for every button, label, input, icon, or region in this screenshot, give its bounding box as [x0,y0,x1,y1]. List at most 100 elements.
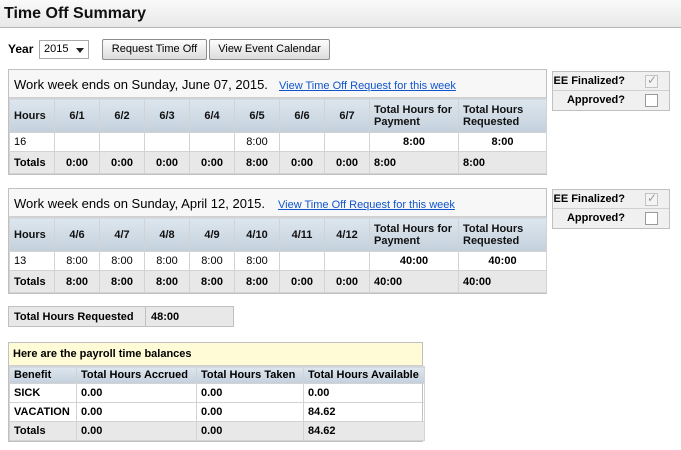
table-row: 13 8:00 8:00 8:00 8:00 8:00 40:00 40:00 [9,251,547,271]
week-hours-table: Hours 6/1 6/2 6/3 6/4 6/5 6/6 6/7 Total … [9,98,547,174]
table-cell: 8:00 [99,270,145,293]
approved-label: Approved? [566,212,625,224]
table-row: SICK 0.00 0.00 0.00 [9,383,425,403]
ee-finalized-checkbox[interactable] [645,191,658,206]
year-select[interactable]: 2015 [39,40,89,59]
ee-finalized-row: EE Finalized? [553,190,669,209]
table-row: 16 8:00 8:00 8:00 [9,132,547,152]
table-cell: 8:00 [234,132,280,152]
table-cell: 0:00 [324,151,370,174]
column-header: Total Hours Taken [196,366,304,384]
column-header: 4/11 [279,217,325,252]
table-cell: 8:00 [54,270,100,293]
toolbar: Year 2015 Request Time Off View Event Ca… [8,39,568,61]
total-hours-requested: Total Hours Requested 48:00 [8,306,234,327]
table-cell: 0.00 [303,383,425,403]
column-header: 4/8 [144,217,190,252]
table-cell: 0.00 [196,402,304,422]
approved-row: Approved? [553,91,669,110]
totals-row: Totals 0:00 0:00 0:00 0:00 8:00 0:00 0:0… [9,151,547,174]
table-cell: 40:00 [458,270,547,293]
table-row: VACATION 0.00 0.00 84.62 [9,402,425,422]
column-header: 4/9 [189,217,235,252]
ee-finalized-label: EE Finalized? [553,193,625,205]
table-cell [99,132,145,152]
week-panel-april: Work week ends on Sunday, April 12, 2015… [8,188,547,294]
view-event-calendar-button[interactable]: View Event Calendar [209,39,330,60]
table-cell: 8:00 [99,251,145,271]
table-cell: Totals [9,421,77,441]
week-status-april: EE Finalized? Approved? [552,189,670,229]
table-header-row: Hours 6/1 6/2 6/3 6/4 6/5 6/6 6/7 Total … [9,98,547,133]
balances-heading: Here are the payroll time balances [9,343,422,366]
table-cell: 0.00 [76,421,197,441]
table-cell [144,132,190,152]
totals-row: Totals 0.00 0.00 84.62 [9,421,425,441]
column-header: Total Hours Available [303,366,425,384]
column-header: 6/6 [279,98,325,133]
column-header: 4/7 [99,217,145,252]
approved-checkbox[interactable] [645,94,658,107]
table-cell: 8:00 [144,270,190,293]
ee-finalized-checkbox[interactable] [645,73,658,88]
ee-finalized-row: EE Finalized? [553,72,669,91]
page-title: Time Off Summary [4,5,146,22]
totals-row: Totals 8:00 8:00 8:00 8:00 8:00 0:00 0:0… [9,270,547,293]
table-cell [324,132,370,152]
table-cell: 0:00 [99,151,145,174]
week-header: Work week ends on Sunday, April 12, 2015… [9,189,546,217]
table-cell: 0:00 [54,151,100,174]
week-panel-june: Work week ends on Sunday, June 07, 2015.… [8,69,547,175]
column-header: 6/2 [99,98,145,133]
table-cell: 8:00 [458,151,547,174]
column-header: Benefit [9,366,77,384]
column-header: 6/7 [324,98,370,133]
column-header: Total Hours for Payment [369,98,459,133]
week-header: Work week ends on Sunday, June 07, 2015.… [9,70,546,98]
table-cell: 8:00 [144,251,190,271]
table-cell: 13 [9,251,55,271]
table-cell: 8:00 [234,151,280,174]
table-cell: 0:00 [324,270,370,293]
column-header: 6/1 [54,98,100,133]
table-cell [279,132,325,152]
week-title: Work week ends on Sunday, June 07, 2015. [14,77,268,92]
column-header: Total Hours Requested [458,98,547,133]
view-time-off-request-link[interactable]: View Time Off Request for this week [278,199,455,211]
column-header: 4/6 [54,217,100,252]
ee-finalized-label: EE Finalized? [553,75,625,87]
table-cell: 8:00 [369,132,459,152]
table-cell: 0.00 [196,383,304,403]
table-cell [324,251,370,271]
table-cell: VACATION [9,402,77,422]
table-cell: 0:00 [189,151,235,174]
approved-checkbox[interactable] [645,212,658,225]
table-cell: 84.62 [303,402,425,422]
column-header: 6/4 [189,98,235,133]
table-cell: 84.62 [303,421,425,441]
total-requested-label: Total Hours Requested [14,311,134,323]
column-header: 6/5 [234,98,280,133]
table-cell: 8:00 [458,132,547,152]
chevron-down-icon [76,48,84,53]
table-cell: SICK [9,383,77,403]
view-time-off-request-link[interactable]: View Time Off Request for this week [279,80,456,92]
column-header: 4/10 [234,217,280,252]
table-header-row: Hours 4/6 4/7 4/8 4/9 4/10 4/11 4/12 Tot… [9,217,547,252]
table-cell: 40:00 [458,251,547,271]
table-cell: 8:00 [54,251,100,271]
table-cell: 16 [9,132,55,152]
table-cell: 0:00 [144,151,190,174]
table-cell [54,132,100,152]
table-cell: 8:00 [189,251,235,271]
table-cell: 0:00 [279,151,325,174]
table-header-row: Benefit Total Hours Accrued Total Hours … [9,366,425,384]
title-bar: Time Off Summary [0,0,681,28]
approved-row: Approved? [553,209,669,228]
table-cell [189,132,235,152]
request-time-off-button[interactable]: Request Time Off [102,39,207,60]
week-status-june: EE Finalized? Approved? [552,71,670,111]
table-cell: 8:00 [234,251,280,271]
table-cell: 8:00 [234,270,280,293]
table-cell: 0.00 [196,421,304,441]
